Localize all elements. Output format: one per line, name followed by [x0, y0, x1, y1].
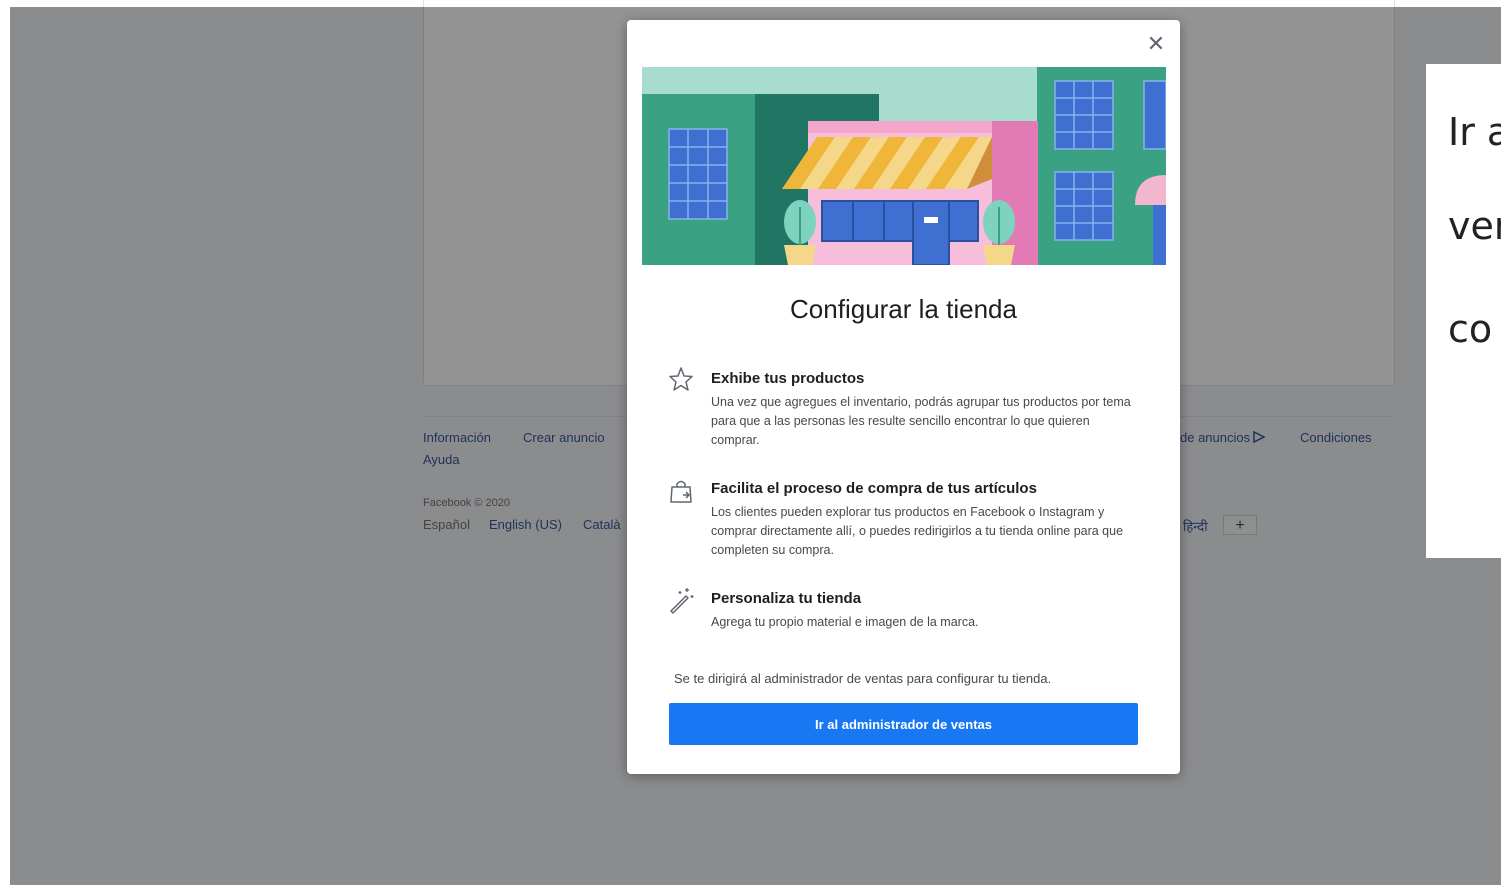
side-panel-line-1: Ir a — [1448, 110, 1501, 154]
close-icon[interactable]: ✕ — [1144, 32, 1168, 56]
side-panel: Ir a ven co — [1426, 64, 1501, 558]
setup-shop-dialog: ✕ Configurar la tienda Exhibe tus produc… — [627, 20, 1180, 774]
feature-desc-showcase: Una vez que agregues el inventario, podr… — [711, 395, 1131, 447]
side-panel-line-2: ven — [1448, 204, 1501, 248]
star-icon — [669, 367, 693, 391]
redirect-note: Se te dirigirá al administrador de venta… — [674, 671, 1052, 686]
feature-title-customize: Personaliza tu tienda — [711, 590, 862, 607]
storefront-illustration — [642, 67, 1166, 265]
feature-desc-customize: Agrega tu propio material e imagen de la… — [711, 615, 979, 629]
dialog-title: Configurar la tienda — [790, 294, 1017, 324]
go-to-commerce-manager-button[interactable]: Ir al administrador de ventas — [669, 703, 1138, 745]
feature-title-showcase: Exhibe tus productos — [711, 370, 865, 387]
magic-wand-icon — [670, 588, 694, 614]
feature-title-checkout: Facilita el proceso de compra de tus art… — [711, 480, 1037, 497]
feature-desc-checkout: Los clientes pueden explorar tus product… — [711, 505, 1124, 557]
side-panel-line-3: co — [1448, 307, 1493, 351]
shopping-bag-icon — [670, 480, 692, 503]
